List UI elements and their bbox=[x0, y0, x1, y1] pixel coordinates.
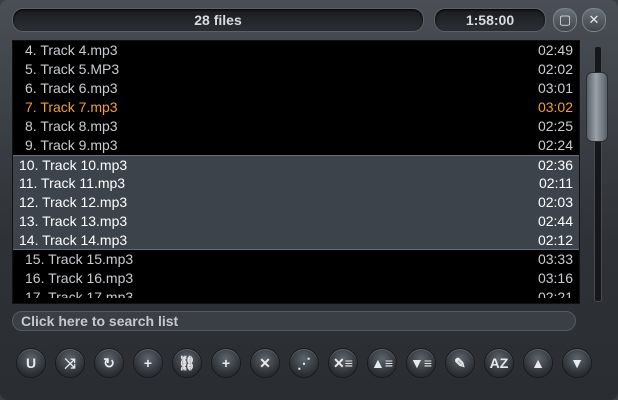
track-duration: 03:01 bbox=[537, 80, 573, 96]
track-row[interactable]: 10. Track 10.mp3 02:36 bbox=[13, 155, 579, 174]
sort-az-button[interactable]: AZ bbox=[484, 348, 514, 378]
scroll-up-button[interactable]: ▲ bbox=[523, 348, 553, 378]
track-row[interactable]: 12. Track 12.mp3 02:03 bbox=[13, 193, 579, 212]
toolbar: U ⤨ ↻ + ⛓ + ✕ ⋰ ✕≡ ▲≡ ▼≡ ✎ AZ ▲ ▼ bbox=[0, 344, 618, 384]
track-row[interactable]: 11. Track 11.mp3 02:11 bbox=[13, 174, 579, 193]
close-icon: ✕ bbox=[588, 12, 600, 27]
track-name: 11. Track 11.mp3 bbox=[19, 175, 126, 191]
track-list[interactable]: 4. Track 4.mp3 02:49 5. Track 5.MP3 02:02 6.… bbox=[12, 40, 580, 304]
track-name: 15. Track 15.mp3 bbox=[25, 251, 134, 267]
move-up-button[interactable]: ▲≡ bbox=[367, 348, 397, 378]
track-name: 6. Track 6.mp3 bbox=[25, 80, 118, 96]
track-name: 8. Track 8.mp3 bbox=[25, 118, 118, 134]
track-row[interactable]: 14. Track 14.mp3 02:12 bbox=[13, 231, 579, 250]
track-row[interactable]: 13. Track 13.mp3 02:44 bbox=[13, 212, 579, 231]
magnet-button[interactable]: U bbox=[16, 348, 46, 378]
titlebar: 28 files 1:58:00 ▢ ✕ bbox=[0, 0, 618, 38]
clear-list-button[interactable]: ✕≡ bbox=[328, 348, 358, 378]
track-duration: 02:03 bbox=[537, 194, 573, 210]
crop-icon: ⋰ bbox=[297, 354, 311, 371]
add-folder-icon: + bbox=[221, 355, 231, 371]
close-button[interactable]: ✕ bbox=[582, 8, 606, 32]
track-name: 10. Track 10.mp3 bbox=[19, 157, 128, 173]
move-up-icon: ▲≡ bbox=[370, 355, 394, 371]
track-name: 7. Track 7.mp3 bbox=[25, 99, 118, 115]
remove-icon: ✕ bbox=[259, 354, 271, 371]
scrollbar[interactable] bbox=[586, 46, 608, 302]
move-down-icon: ▼≡ bbox=[409, 355, 433, 371]
magic-wand-icon: ✎ bbox=[454, 354, 466, 371]
sort-az-icon: AZ bbox=[489, 355, 509, 371]
track-duration: 03:02 bbox=[537, 99, 573, 115]
add-url-icon: ⛓ bbox=[178, 354, 196, 371]
maximize-button[interactable]: ▢ bbox=[553, 8, 577, 32]
total-time-display: 1:58:00 bbox=[434, 8, 546, 32]
magnet-icon: U bbox=[25, 355, 37, 371]
track-row[interactable]: 15. Track 15.mp3 03:33 bbox=[13, 250, 579, 269]
track-duration: 02:36 bbox=[537, 157, 573, 173]
scroll-thumb[interactable] bbox=[586, 72, 608, 142]
magic-wand-button[interactable]: ✎ bbox=[445, 348, 475, 378]
add-url-button[interactable]: ⛓ bbox=[172, 348, 202, 378]
scroll-down-button[interactable]: ▼ bbox=[562, 348, 592, 378]
track-duration: 02:12 bbox=[537, 232, 573, 248]
track-name: 16. Track 16.mp3 bbox=[25, 270, 134, 286]
track-duration: 02:21 bbox=[537, 289, 573, 298]
shuffle-icon: ⤨ bbox=[64, 354, 76, 371]
track-duration: 02:44 bbox=[537, 213, 573, 229]
track-row[interactable]: 16. Track 16.mp3 03:16 bbox=[13, 269, 579, 288]
track-row[interactable]: 7. Track 7.mp3 03:02 bbox=[13, 98, 579, 117]
shuffle-button[interactable]: ⤨ bbox=[55, 348, 85, 378]
scroll-up-icon: ▲ bbox=[531, 355, 545, 371]
remove-button[interactable]: ✕ bbox=[250, 348, 280, 378]
track-duration: 03:33 bbox=[537, 251, 573, 267]
move-down-button[interactable]: ▼≡ bbox=[406, 348, 436, 378]
track-row[interactable]: 8. Track 8.mp3 02:25 bbox=[13, 117, 579, 136]
track-duration: 03:16 bbox=[537, 270, 573, 286]
track-name: 13. Track 13.mp3 bbox=[19, 213, 128, 229]
track-duration: 02:25 bbox=[537, 118, 573, 134]
track-name: 4. Track 4.mp3 bbox=[25, 42, 118, 58]
add-folder-button[interactable]: + bbox=[211, 348, 241, 378]
track-duration: 02:02 bbox=[537, 61, 573, 77]
track-duration: 02:24 bbox=[537, 137, 573, 153]
track-name: 9. Track 9.mp3 bbox=[25, 137, 118, 153]
track-row[interactable]: 5. Track 5.MP3 02:02 bbox=[13, 60, 579, 79]
file-count-display: 28 files bbox=[12, 8, 424, 32]
search-input[interactable]: Click here to search list bbox=[12, 311, 576, 331]
clear-list-icon: ✕≡ bbox=[333, 354, 353, 371]
track-name: 12. Track 12.mp3 bbox=[19, 194, 128, 210]
crop-button[interactable]: ⋰ bbox=[289, 348, 319, 378]
repeat-button[interactable]: ↻ bbox=[94, 348, 124, 378]
track-name: 5. Track 5.MP3 bbox=[25, 61, 120, 77]
add-file-icon: + bbox=[143, 355, 153, 371]
maximize-icon: ▢ bbox=[558, 12, 572, 27]
track-duration: 02:49 bbox=[537, 42, 573, 58]
track-name: 17. Track 17.mp3 bbox=[25, 289, 134, 298]
track-row[interactable]: 9. Track 9.mp3 02:24 bbox=[13, 136, 579, 155]
track-duration: 02:11 bbox=[539, 175, 573, 191]
repeat-icon: ↻ bbox=[103, 354, 115, 371]
track-row[interactable]: 4. Track 4.mp3 02:49 bbox=[13, 41, 579, 60]
scroll-down-icon: ▼ bbox=[570, 355, 584, 371]
track-row[interactable]: 6. Track 6.mp3 03:01 bbox=[13, 79, 579, 98]
playlist-window: 28 files 1:58:00 ▢ ✕ 4. Track 4.mp3 02:49… bbox=[0, 0, 618, 400]
add-file-button[interactable]: + bbox=[133, 348, 163, 378]
track-row[interactable]: 17. Track 17.mp3 02:21 bbox=[13, 288, 579, 298]
track-name: 14. Track 14.mp3 bbox=[19, 232, 128, 248]
